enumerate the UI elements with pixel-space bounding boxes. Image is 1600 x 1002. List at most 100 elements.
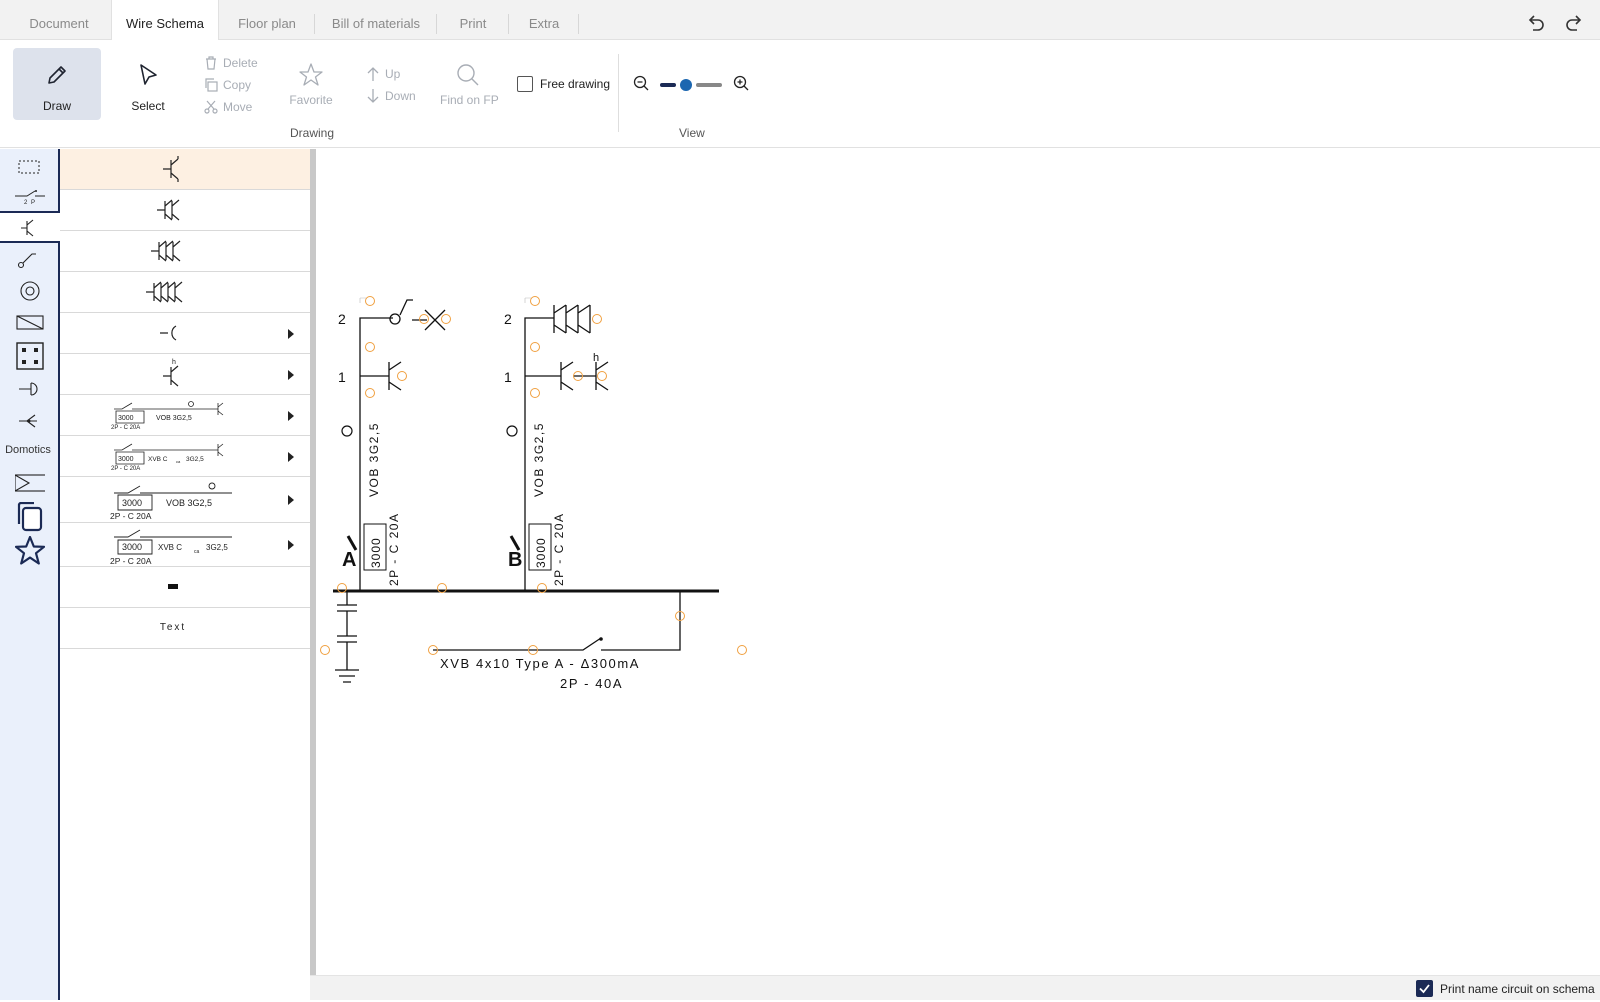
symbol-socket-double[interactable]: [60, 190, 310, 231]
copy-icon: [205, 78, 218, 92]
symbol-text[interactable]: Text: [60, 608, 310, 649]
ribbon: Draw Select Delete Copy Move Favorite Up…: [0, 40, 1600, 148]
cable-sub-caption: ca: [176, 459, 181, 464]
up-label: Up: [385, 67, 401, 81]
panel-icon: [16, 342, 44, 370]
cable-tail-caption: 3G2,5: [206, 543, 228, 552]
rail-item-bell[interactable]: [0, 373, 58, 405]
tab-label: Floor plan: [238, 16, 296, 31]
rail-item-copy[interactable]: [0, 497, 58, 532]
symbol-socket-triple[interactable]: [60, 231, 310, 272]
text-symbol-label: Text: [159, 622, 187, 633]
find-on-fp-button[interactable]: Find on FP: [440, 62, 499, 107]
circuit-a-breaker: 2P - C 20A: [387, 513, 401, 586]
rail-item-meter[interactable]: [0, 467, 58, 499]
counter-caption: 3000: [122, 498, 142, 508]
free-drawing-checkbox[interactable]: [517, 76, 533, 92]
zoom-slider[interactable]: [660, 79, 722, 91]
tab-label: Document: [29, 16, 89, 31]
rail-item-appliance[interactable]: [0, 307, 58, 339]
tab-print[interactable]: Print: [437, 0, 509, 40]
cable-tail-caption: 3G2,5: [186, 456, 204, 463]
select-button[interactable]: Select: [104, 48, 192, 120]
light-point-icon: [20, 281, 40, 301]
rail-item-socket[interactable]: [0, 211, 60, 243]
arrow-up-icon: [367, 67, 379, 81]
symbol-socket-quad[interactable]: [60, 272, 310, 313]
zoom-thumb[interactable]: [680, 79, 692, 91]
expand-arrow-icon[interactable]: [288, 411, 294, 421]
symbol-socket-h[interactable]: h: [60, 354, 310, 395]
circuit-b-counter: 3000: [534, 537, 548, 568]
tab-label: Print: [459, 16, 487, 31]
redo-icon[interactable]: [1563, 12, 1585, 34]
cable-caption: XVB C: [148, 456, 168, 463]
tab-bar: Document Wire Schema Floor plan Bill of …: [0, 0, 1600, 41]
main-cable-label: XVB 4x10 Type A - Δ300mA: [440, 656, 640, 671]
draw-label: Draw: [42, 99, 71, 113]
expand-arrow-icon[interactable]: [288, 452, 294, 462]
rail-item-lamp-switch[interactable]: [0, 243, 58, 275]
expand-arrow-icon[interactable]: [288, 370, 294, 380]
socket-h-symbol-icon: h: [163, 359, 179, 387]
magnifier-icon: [457, 64, 479, 86]
zoom-out-icon[interactable]: [633, 75, 650, 92]
rail-item-selection[interactable]: [0, 151, 58, 183]
rail-item-favorites[interactable]: [0, 531, 58, 565]
breaker-caption: 2P - C 20A: [110, 511, 152, 521]
favorite-button[interactable]: Favorite: [288, 62, 334, 107]
tab-wire-schema[interactable]: Wire Schema: [111, 0, 219, 41]
draw-button[interactable]: Draw: [13, 48, 101, 120]
print-name-label: Print name circuit on schema: [1440, 982, 1595, 996]
meter-icon: [15, 474, 45, 492]
zoom-in-icon[interactable]: [733, 75, 750, 92]
undo-icon[interactable]: [1525, 12, 1547, 34]
pencil-icon: [48, 66, 66, 84]
circuit-b-point-1: 1: [504, 369, 512, 385]
counter-caption: 3000: [118, 456, 134, 463]
rail-item-sensor[interactable]: [0, 405, 58, 437]
circuit-b-breaker: 2P - C 20A: [552, 513, 566, 586]
symbol-socket-single[interactable]: [60, 149, 310, 190]
trash-icon: [206, 56, 216, 70]
cable-caption: XVB C: [158, 543, 182, 552]
expand-arrow-icon[interactable]: [288, 329, 294, 339]
tab-extra[interactable]: Extra: [509, 0, 579, 40]
symbol-busbar[interactable]: [60, 567, 310, 608]
circuit-xvb-symbol-icon: 3000 XVB C ca 3G2,5 2P - C 20A: [111, 443, 224, 472]
switch-icon: [15, 190, 45, 197]
circuit-a-cable: VOB 3G2,5: [367, 422, 381, 497]
tab-document[interactable]: Document: [0, 0, 118, 40]
plain-socket-symbol-icon: [160, 325, 177, 341]
tab-floor-plan[interactable]: Floor plan: [219, 0, 315, 40]
free-drawing-label: Free drawing: [540, 77, 611, 91]
symbol-circuit-xvb[interactable]: 3000 XVB C ca 3G2,5 2P - C 20A: [60, 436, 310, 477]
symbol-circuit-xvb-large[interactable]: 3000 XVB C ca 3G2,5 2P - C 20A: [60, 523, 310, 567]
delete-label: Delete: [223, 56, 258, 70]
symbol-circuit-vob-large[interactable]: 3000 VOB 3G2,5 2P - C 20A: [60, 477, 310, 523]
rail-item-domotics[interactable]: Domotics: [0, 444, 56, 456]
expand-arrow-icon[interactable]: [288, 540, 294, 550]
busbar-symbol-icon: [168, 584, 178, 589]
select-label: Select: [131, 99, 165, 113]
bell-icon: [19, 382, 38, 396]
wire-schema-drawing[interactable]: 2 1 A VOB 3G2,5 3000 2P - C 20A 2 1 B h …: [316, 149, 1600, 975]
circuit-a-point-2: 2: [338, 311, 346, 327]
star-icon: [299, 63, 323, 86]
schema-canvas[interactable]: 2 1 A VOB 3G2,5 3000 2P - C 20A 2 1 B h …: [316, 149, 1600, 975]
expand-arrow-icon[interactable]: [288, 495, 294, 505]
zoom-track-right: [696, 83, 722, 87]
socket-icon: [21, 219, 34, 237]
print-name-checkbox[interactable]: [1416, 980, 1433, 997]
svg-text:h: h: [172, 359, 176, 366]
view-group-label: View: [679, 126, 705, 140]
rail-item-light-point[interactable]: [0, 275, 58, 307]
symbol-socket-plain[interactable]: [60, 313, 310, 354]
ribbon-separator: [618, 54, 619, 132]
circuit-a-point-1: 1: [338, 369, 346, 385]
symbol-category-rail: 2 P Domotics: [0, 149, 60, 1000]
rail-item-panel[interactable]: [0, 337, 58, 373]
tab-bill-of-materials[interactable]: Bill of materials: [315, 0, 437, 40]
symbol-circuit-vob[interactable]: 3000 VOB 3G2,5 2P - C 20A: [60, 395, 310, 436]
find-on-fp-label: Find on FP: [440, 93, 499, 107]
